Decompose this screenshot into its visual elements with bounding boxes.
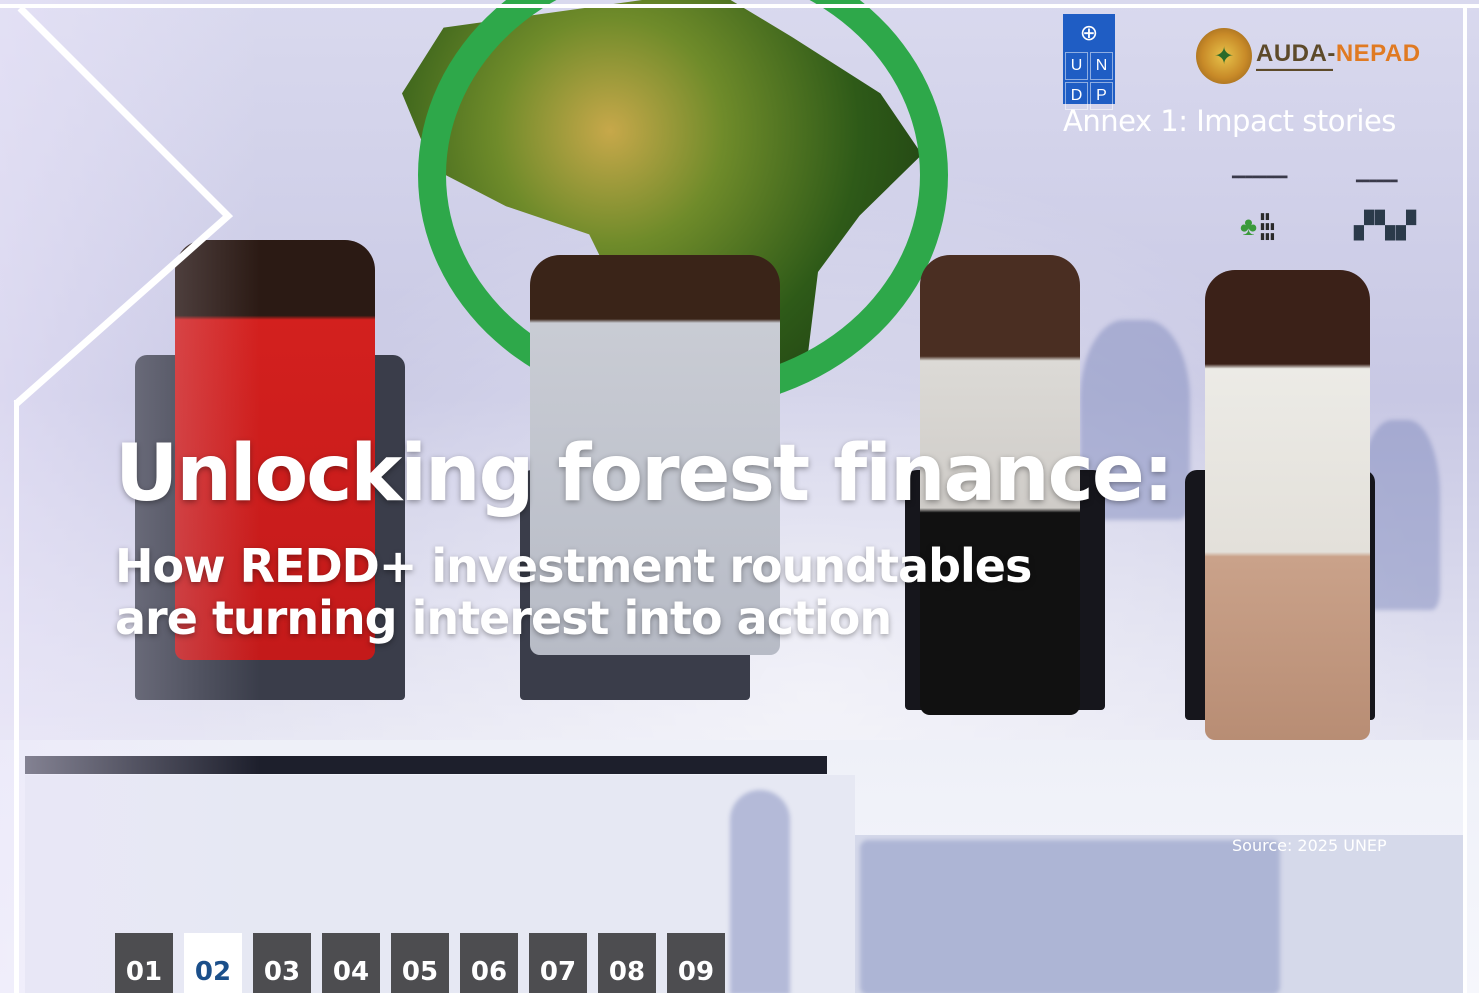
page-button-06[interactable]: 06 [460,933,518,993]
subtitle-line: How REDD+ investment roundtables [115,539,1032,593]
go-green-africa-logo-icon: ♣ ▮▮ ▮▮▮ ▮▮▮ [1240,205,1310,247]
auda-nepad-logo-icon: ✦ AUDA-NEPAD ▬▬▬▬▬▬▬▬▬▬▬ [1196,28,1421,84]
annex-label: Annex 1: Impact stories [1063,104,1396,138]
floor-shadow [730,790,790,993]
auda-wordmark: AUDA-NEPAD [1256,39,1421,67]
page-subtitle: How REDD+ investment roundtables are tur… [115,539,1032,645]
vuka-logo-icon: ▞▚▞ [1354,210,1417,240]
go-green-africa-graphic: ▮▮ ▮▮▮ ▮▮▮ [1260,211,1275,241]
subtitle-line: are turning interest into action [115,591,892,645]
page-button-05[interactable]: 05 [391,933,449,993]
page-button-09[interactable]: 09 [667,933,725,993]
africa-emblem-icon: ✦ [1196,28,1252,84]
floor-shadow [860,840,1280,993]
photo-source-credit: Source: 2025 UNEP [1232,836,1387,855]
undp-logo-icon: ⊕ U N D P [1063,14,1115,110]
story-pagination: 01 02 03 04 05 06 07 08 09 [115,933,725,993]
un-globe-icon: ⊕ [1079,20,1099,45]
undp-letter: U [1065,52,1088,80]
page-button-02[interactable]: 02 [184,933,242,993]
page-button-07[interactable]: 07 [529,933,587,993]
organised-by-caption-graphic: ▂▂▂▂▂▂ [1356,172,1398,182]
frame-right-line [1463,8,1467,993]
leaf-icon: ♣ [1240,210,1258,241]
page-button-08[interactable]: 08 [598,933,656,993]
page-button-03[interactable]: 03 [253,933,311,993]
panelist-4 [1205,270,1370,740]
page-button-04[interactable]: 04 [322,933,380,993]
chevron-frame [13,5,234,407]
brought-by-caption-graphic: ▂▂▂▂▂▂▂▂ [1232,168,1288,178]
frame-left-line [14,400,19,993]
page-title: Unlocking forest finance: [115,429,1174,519]
undp-letter: N [1090,52,1113,80]
page-button-01[interactable]: 01 [115,933,173,993]
